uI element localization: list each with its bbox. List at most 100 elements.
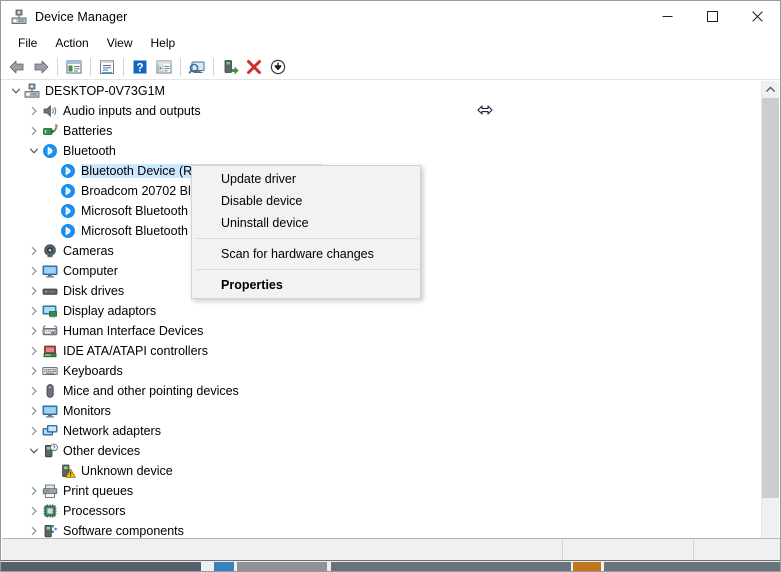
chevron-right-icon[interactable] <box>26 363 42 379</box>
device-tree[interactable]: DESKTOP-0V73G1M Audio inputs and outputs B… <box>2 81 764 549</box>
chevron-down-icon[interactable] <box>26 143 42 159</box>
context-menu-item[interactable]: Properties <box>192 274 420 296</box>
window-title: Device Manager <box>35 9 128 24</box>
chevron-down-icon[interactable] <box>8 83 24 99</box>
back-button[interactable] <box>5 55 29 79</box>
tree-item[interactable]: Print queues <box>2 481 764 501</box>
minimize-button[interactable] <box>645 1 690 32</box>
menu-help[interactable]: Help <box>142 34 185 52</box>
tree-item[interactable]: Keyboards <box>2 361 764 381</box>
menu-view[interactable]: View <box>98 34 142 52</box>
menu-action[interactable]: Action <box>46 34 97 52</box>
view-button[interactable] <box>152 55 176 79</box>
chevron-right-icon[interactable] <box>26 123 42 139</box>
chevron-right-icon[interactable] <box>26 423 42 439</box>
tree-item-label: Software components <box>63 524 184 538</box>
menu-bar: File Action View Help <box>1 32 780 54</box>
toolbar-separator <box>213 57 214 76</box>
tree-item-label: Batteries <box>63 124 113 138</box>
tree-item[interactable]: Network adapters <box>2 421 764 441</box>
tree-item[interactable]: Processors <box>2 501 764 521</box>
chevron-right-icon[interactable] <box>26 243 42 259</box>
scroll-up-arrow-icon[interactable] <box>762 81 779 98</box>
disable-device-button[interactable] <box>266 55 290 79</box>
tree-item[interactable]: Mice and other pointing devices <box>2 381 764 401</box>
tree-item[interactable]: DESKTOP-0V73G1M <box>2 81 764 101</box>
chevron-right-icon[interactable] <box>26 343 42 359</box>
update-driver-button[interactable] <box>218 55 242 79</box>
show-hide-console-tree-button[interactable] <box>62 55 86 79</box>
tree-item-label: Human Interface Devices <box>63 324 204 338</box>
svg-text:?: ? <box>52 445 55 451</box>
taskbar-chip <box>214 562 234 571</box>
close-button[interactable] <box>735 1 780 32</box>
other-device-icon: ? <box>42 443 58 459</box>
tree-item-label: Bluetooth <box>63 144 116 158</box>
tree-item[interactable]: Display adaptors <box>2 301 764 321</box>
tree-item-label: Display adaptors <box>63 304 157 318</box>
toolbar-separator <box>90 57 91 76</box>
forward-button[interactable] <box>29 55 53 79</box>
menu-file[interactable]: File <box>9 34 46 52</box>
tree-item[interactable]: Monitors <box>2 401 764 421</box>
device-manager-window: Device Manager File Action View Help ? D… <box>0 0 781 572</box>
tree-item[interactable]: Audio inputs and outputs <box>2 101 764 121</box>
tree-item[interactable]: Human Interface Devices <box>2 321 764 341</box>
chevron-right-icon[interactable] <box>26 483 42 499</box>
uninstall-device-button[interactable] <box>242 55 266 79</box>
svg-text:?: ? <box>136 62 143 74</box>
chevron-right-icon[interactable] <box>26 303 42 319</box>
chevron-right-icon[interactable] <box>26 283 42 299</box>
unknown-device-warning-icon <box>60 463 76 479</box>
disk-drive-icon <box>42 283 58 299</box>
chevron-right-icon[interactable] <box>26 503 42 519</box>
scrollbar-thumb[interactable] <box>762 98 779 498</box>
context-menu-item[interactable]: Disable device <box>192 190 420 212</box>
network-adapter-icon <box>42 423 58 439</box>
bluetooth-icon <box>42 143 58 159</box>
chevron-right-icon[interactable] <box>26 383 42 399</box>
chevron-right-icon[interactable] <box>26 323 42 339</box>
tree-item-label: Audio inputs and outputs <box>63 104 201 118</box>
chevron-right-icon[interactable] <box>26 403 42 419</box>
vertical-scrollbar[interactable] <box>761 81 779 549</box>
status-cell-3 <box>694 539 780 561</box>
taskbar-chip <box>237 562 327 571</box>
context-menu-item[interactable]: Update driver <box>192 168 420 190</box>
monitor-icon <box>42 263 58 279</box>
tree-item[interactable]: ? Other devices <box>2 441 764 461</box>
tree-item[interactable]: Unknown device <box>2 461 764 481</box>
chevron-right-icon[interactable] <box>26 263 42 279</box>
scan-for-hardware-changes-button[interactable] <box>185 55 209 79</box>
properties-button[interactable] <box>95 55 119 79</box>
tree-item-label: Unknown device <box>81 464 173 478</box>
tree-item-label: Print queues <box>63 484 134 498</box>
toolbar-separator <box>123 57 124 76</box>
chevron-right-icon[interactable] <box>26 103 42 119</box>
chevron-right-icon[interactable] <box>26 523 42 539</box>
context-menu-item[interactable]: Scan for hardware changes <box>192 243 420 265</box>
taskbar-sliver <box>1 560 780 571</box>
software-component-icon <box>42 523 58 539</box>
ide-controller-icon <box>42 343 58 359</box>
help-button[interactable]: ? <box>128 55 152 79</box>
bluetooth-icon <box>60 183 76 199</box>
keyboard-icon <box>42 363 58 379</box>
status-cell-1 <box>2 539 563 561</box>
maximize-button[interactable] <box>690 1 735 32</box>
context-menu-item[interactable]: Uninstall device <box>192 212 420 234</box>
monitor-icon <box>42 403 58 419</box>
chevron-down-icon[interactable] <box>26 443 42 459</box>
processor-icon <box>42 503 58 519</box>
bluetooth-icon <box>60 203 76 219</box>
device-manager-icon <box>11 9 27 25</box>
tree-item-label: Mice and other pointing devices <box>63 384 239 398</box>
tree-item[interactable]: Bluetooth <box>2 141 764 161</box>
computer-icon <box>24 83 40 99</box>
tree-item[interactable]: IDE ATA/ATAPI controllers <box>2 341 764 361</box>
tree-item[interactable]: Batteries <box>2 121 764 141</box>
context-menu[interactable]: Update driver Disable device Uninstall dev… <box>191 165 421 299</box>
battery-icon <box>42 123 58 139</box>
window-controls <box>645 1 780 32</box>
tree-item-label: Network adapters <box>63 424 161 438</box>
